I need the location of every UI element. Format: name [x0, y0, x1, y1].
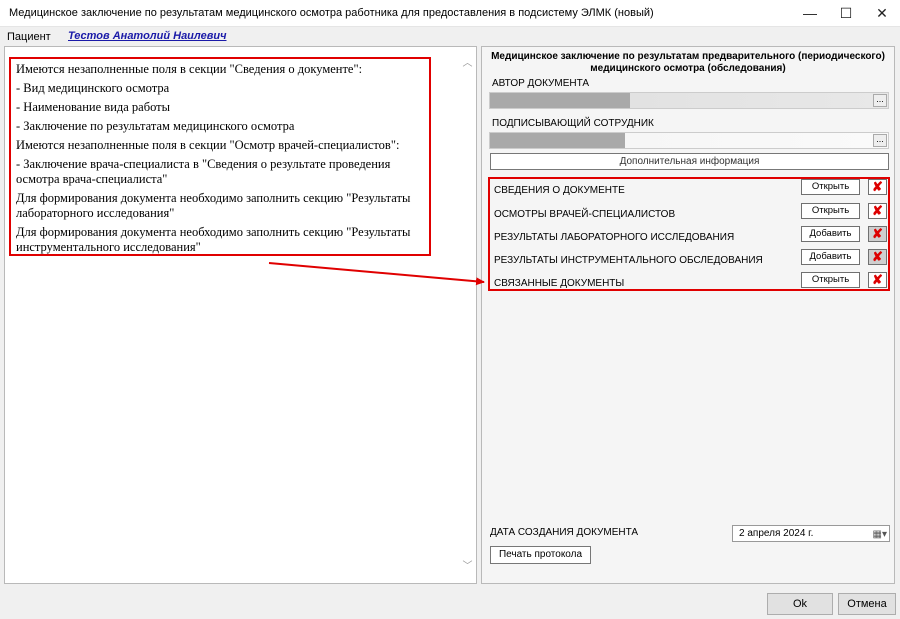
delete-icon[interactable]: ✘ [868, 249, 887, 265]
delete-icon[interactable]: ✘ [868, 179, 887, 195]
author-select-button[interactable]: ... [873, 94, 887, 107]
validation-message: Для формирования документа необходимо за… [16, 191, 411, 220]
author-field[interactable]: ... [489, 92, 889, 109]
document-title-line-2: медицинского осмотра (обследования) [590, 63, 786, 74]
vertical-scrollbar[interactable]: ︿ ﹀ [459, 47, 476, 583]
open-button[interactable]: Открыть [801, 203, 860, 219]
section-label: СВЕДЕНИЯ О ДОКУМЕНТЕ [494, 185, 625, 196]
document-title-line-1: Медицинское заключение по результатам пр… [491, 51, 885, 62]
close-button[interactable]: ✕ [864, 0, 900, 26]
validation-message: - Наименование вида работы [16, 100, 171, 114]
scroll-down-icon[interactable]: ﹀ [459, 558, 476, 575]
add-button[interactable]: Добавить [801, 249, 860, 265]
signer-select-button[interactable]: ... [873, 134, 887, 147]
document-title: Медицинское заключение по результатам пр… [482, 51, 894, 75]
section-row-specialists: ОСМОТРЫ ВРАЧЕЙ-СПЕЦИАЛИСТОВ Открыть ✘ [490, 203, 888, 223]
creation-date-label: ДАТА СОЗДАНИЯ ДОКУМЕНТА [490, 527, 639, 538]
section-label: РЕЗУЛЬТАТЫ ЛАБОРАТОРНОГО ИССЛЕДОВАНИЯ [494, 232, 735, 243]
creation-date-picker[interactable]: 2 апреля 2024 г. ▦▾ [732, 525, 890, 542]
title-bar: Медицинское заключение по результатам ме… [0, 0, 900, 27]
section-row-lab-results: РЕЗУЛЬТАТЫ ЛАБОРАТОРНОГО ИССЛЕДОВАНИЯ До… [490, 226, 888, 246]
delete-icon[interactable]: ✘ [868, 203, 887, 219]
validation-message: Имеются незаполненные поля в секции "Све… [16, 62, 363, 76]
section-row-document-info: СВЕДЕНИЯ О ДОКУМЕНТЕ Открыть ✘ [490, 179, 888, 199]
validation-message: - Заключение врача-специалиста в "Сведен… [16, 157, 391, 186]
section-row-instrumental-results: РЕЗУЛЬТАТЫ ИНСТРУМЕНТАЛЬНОГО ОБСЛЕДОВАНИ… [490, 249, 888, 269]
cancel-button[interactable]: Отмена [838, 593, 896, 615]
patient-label: Пациент [7, 31, 51, 43]
section-label: РЕЗУЛЬТАТЫ ИНСТРУМЕНТАЛЬНОГО ОБСЛЕДОВАНИ… [494, 255, 763, 266]
validation-message: - Вид медицинского осмотра [16, 81, 170, 95]
creation-date-value: 2 апреля 2024 г. [739, 528, 814, 539]
scroll-up-icon[interactable]: ︿ [459, 55, 476, 72]
additional-info-button[interactable]: Дополнительная информация [490, 153, 889, 170]
add-button[interactable]: Добавить [801, 226, 860, 242]
sections-box: СВЕДЕНИЯ О ДОКУМЕНТЕ Открыть ✘ ОСМОТРЫ В… [488, 177, 890, 291]
validation-messages-box: Имеются незаполненные поля в секции "Све… [9, 57, 431, 256]
validation-messages-panel: Имеются незаполненные поля в секции "Све… [4, 46, 477, 584]
patient-name-link[interactable]: Тестов Анатолий Наилевич [68, 30, 227, 42]
author-label: АВТОР ДОКУМЕНТА [492, 78, 590, 89]
maximize-button[interactable]: ☐ [828, 0, 864, 26]
print-protocol-button[interactable]: Печать протокола [490, 546, 591, 564]
calendar-dropdown-icon[interactable]: ▦▾ [873, 527, 887, 542]
validation-message: Имеются незаполненные поля в секции "Осм… [16, 138, 400, 152]
section-label: СВЯЗАННЫЕ ДОКУМЕНТЫ [494, 278, 625, 289]
open-button[interactable]: Открыть [801, 179, 860, 195]
open-button[interactable]: Открыть [801, 272, 860, 288]
validation-message: Для формирования документа необходимо за… [16, 225, 411, 254]
validation-message: - Заключение по результатам медицинского… [16, 119, 295, 133]
signer-field[interactable]: ... [489, 132, 889, 149]
minimize-button[interactable]: — [792, 0, 828, 26]
delete-icon[interactable]: ✘ [868, 226, 887, 242]
section-label: ОСМОТРЫ ВРАЧЕЙ-СПЕЦИАЛИСТОВ [494, 209, 676, 220]
section-row-related-documents: СВЯЗАННЫЕ ДОКУМЕНТЫ Открыть ✘ [490, 272, 888, 292]
document-panel: Медицинское заключение по результатам пр… [481, 46, 895, 584]
delete-icon[interactable]: ✘ [868, 272, 887, 288]
ok-button[interactable]: Ok [767, 593, 833, 615]
window-title: Медицинское заключение по результатам ме… [9, 7, 654, 19]
signer-label: ПОДПИСЫВАЮЩИЙ СОТРУДНИК [492, 118, 654, 129]
